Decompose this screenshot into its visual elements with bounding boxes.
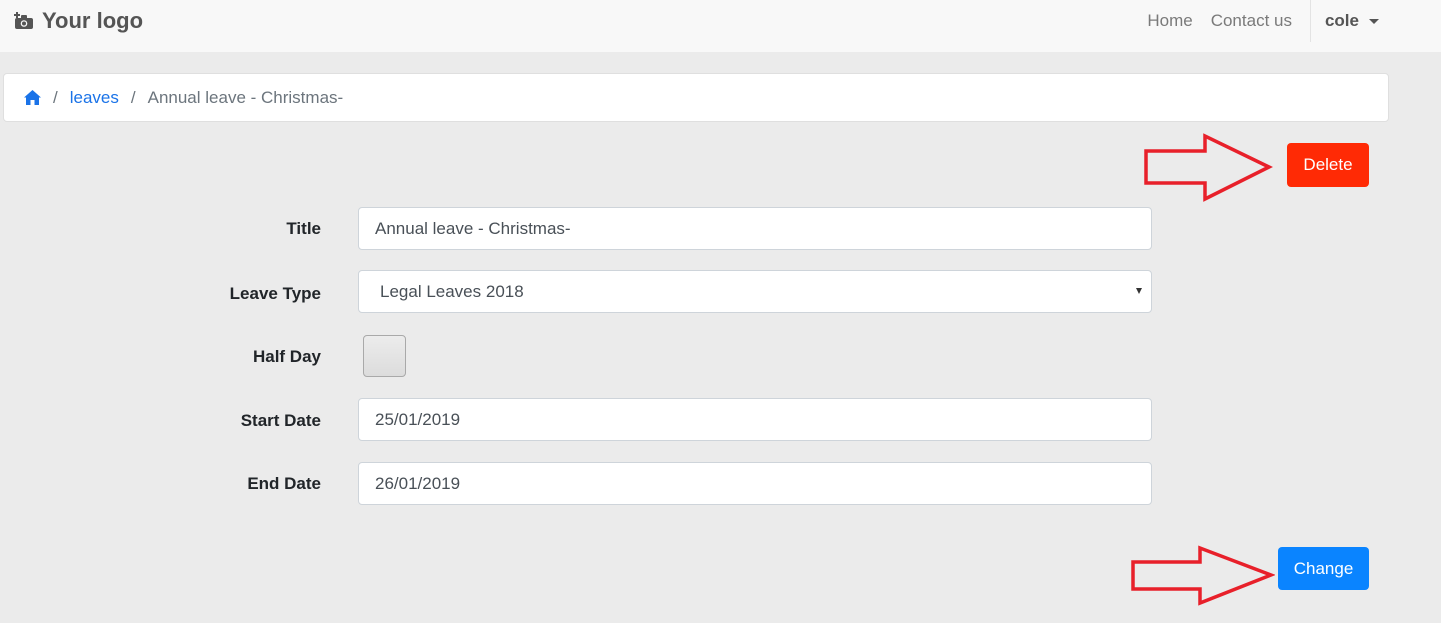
annotation-arrow-icon [1131,545,1275,606]
nav-divider [1309,0,1311,42]
delete-button[interactable]: Delete [1287,143,1369,187]
end-date-input[interactable]: 26/01/2019 [358,462,1152,505]
nav-home-link[interactable]: Home [1147,11,1192,31]
title-value: Annual leave - Christmas- [375,218,571,238]
start-date-value: 25/01/2019 [375,409,461,429]
half-day-checkbox[interactable] [363,335,406,377]
user-menu-dropdown[interactable]: cole [1325,11,1379,31]
start-date-input[interactable]: 25/01/2019 [358,398,1152,441]
end-date-value: 26/01/2019 [375,473,461,493]
annotation-arrow-icon [1144,133,1273,202]
breadcrumb-current: Annual leave - Christmas- [147,87,344,107]
leave-type-select[interactable]: Legal Leaves 2018 [358,270,1152,313]
leave-type-value: Legal Leaves 2018 [380,281,524,301]
leave-type-label: Leave Type [229,284,321,303]
breadcrumb-separator: / [53,87,58,107]
end-date-label: End Date [247,474,321,493]
title-label: Title [286,219,321,238]
brand-logo[interactable]: Your logo [14,7,143,35]
half-day-label: Half Day [252,347,321,366]
breadcrumb: / leaves / Annual leave - Christmas- [3,73,1389,122]
brand-text: Your logo [42,8,144,33]
user-name: cole [1324,11,1359,30]
camera-plus-icon [14,12,33,29]
breadcrumb-leaves-link[interactable]: leaves [70,88,119,108]
nav-links: Home Contact us cole [1147,0,1441,42]
breadcrumb-home-link[interactable] [24,90,41,105]
change-button[interactable]: Change [1278,547,1369,590]
navbar: Your logo Home Contact us cole [0,0,1441,52]
select-caret-icon [1136,288,1142,294]
breadcrumb-separator: / [130,87,136,107]
title-input[interactable]: Annual leave - Christmas- [358,207,1152,250]
nav-contact-link[interactable]: Contact us [1211,11,1292,31]
chevron-down-icon [1369,18,1379,24]
home-icon [24,90,41,105]
start-date-label: Start Date [240,411,321,430]
